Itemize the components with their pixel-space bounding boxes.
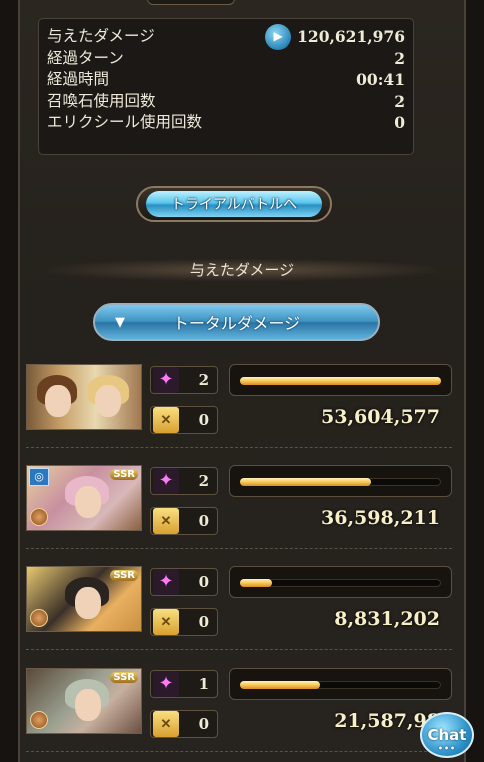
- character-portrait[interactable]: SSR: [26, 566, 142, 632]
- ougi-count-value: 1: [198, 675, 209, 693]
- stat-value: 2: [394, 48, 405, 68]
- play-icon[interactable]: ▶: [265, 23, 292, 50]
- damage-bar-track: [240, 579, 441, 587]
- member-damage: 8,831,202: [334, 608, 440, 630]
- stat-value: 00:41: [356, 70, 405, 90]
- stat-damage-value: 120,621,976: [297, 27, 405, 47]
- section-title: 与えたダメージ: [48, 259, 436, 281]
- stat-label: エリクシール使用回数: [47, 113, 203, 132]
- stat-value: ▶ 120,621,976: [265, 23, 405, 50]
- chain-count: ✕ 0: [150, 507, 218, 535]
- row-divider: [26, 751, 452, 752]
- damage-bar-track: [240, 478, 441, 486]
- chain-count-value: 0: [198, 613, 209, 631]
- damage-bar-track: [240, 681, 441, 689]
- triangle-down-icon: ▼: [115, 314, 125, 330]
- pink-sparkle-icon: ✦: [153, 569, 179, 595]
- pink-sparkle-icon: ✦: [153, 671, 179, 697]
- chain-count: ✕ 0: [150, 608, 218, 636]
- ougi-count-value: 2: [198, 472, 209, 490]
- chat-button[interactable]: Chat •••: [420, 712, 474, 758]
- chain-burst-icon: ✕: [153, 508, 179, 534]
- chain-count-value: 0: [198, 715, 209, 733]
- member-damage: 53,604,577: [321, 406, 440, 428]
- stat-row-time: 経過時間 00:41: [47, 69, 405, 91]
- chain-count: ✕ 0: [150, 406, 218, 434]
- character-portrait[interactable]: SSR: [26, 668, 142, 734]
- rarity-badge: SSR: [110, 570, 138, 581]
- damage-bar: [229, 364, 452, 396]
- stat-label: 召喚石使用回数: [47, 91, 156, 110]
- chain-burst-icon: ✕: [153, 609, 179, 635]
- damage-bar-fill: [240, 579, 273, 587]
- element-shield-icon: [30, 508, 48, 526]
- top-tab[interactable]: [147, 0, 235, 5]
- chain-count-value: 0: [198, 512, 209, 530]
- chain-count: ✕ 0: [150, 710, 218, 738]
- element-shield-icon: [30, 711, 48, 729]
- element-shield-icon: [30, 609, 48, 627]
- ougi-count: ✦ 0: [150, 568, 218, 596]
- damage-bar: [229, 668, 452, 700]
- rarity-badge: SSR: [110, 469, 138, 480]
- dropdown-selected: トータルダメージ: [172, 314, 301, 333]
- damage-bar: [229, 566, 452, 598]
- stat-label: 与えたダメージ: [47, 27, 155, 46]
- member-damage: 36,598,211: [321, 507, 440, 529]
- chat-dots-icon: •••: [437, 744, 457, 753]
- pink-sparkle-icon: ✦: [153, 468, 179, 494]
- chain-count-value: 0: [198, 411, 209, 429]
- row-divider: [26, 548, 452, 549]
- stat-label: 経過ターン: [47, 48, 124, 67]
- battle-stats-box: 与えたダメージ ▶ 120,621,976 経過ターン 2 経過時間 00:41…: [38, 18, 414, 155]
- damage-bar-fill: [240, 377, 441, 385]
- stat-row-elixirs: エリクシール使用回数 0: [47, 112, 405, 134]
- ougi-count: ✦ 2: [150, 366, 218, 394]
- damage-bar-fill: [240, 478, 371, 486]
- member-row: SSR ◎ ✦ 2 ✕ 0 36,598,211: [26, 465, 452, 549]
- stat-row-damage: 与えたダメージ ▶ 120,621,976: [47, 23, 405, 50]
- stat-value: 0: [394, 113, 405, 133]
- damage-type-dropdown[interactable]: ▼ トータルダメージ: [93, 303, 380, 341]
- pink-sparkle-icon: ✦: [153, 367, 179, 393]
- stat-row-summons: 召喚石使用回数 2: [47, 91, 405, 113]
- rarity-badge: SSR: [110, 672, 138, 683]
- row-divider: [26, 649, 452, 650]
- member-row: SSR ✦ 0 ✕ 0 8,831,202: [26, 566, 452, 650]
- damage-bar: [229, 465, 452, 497]
- stat-label: 経過時間: [47, 70, 110, 89]
- ougi-count-value: 2: [198, 371, 209, 389]
- damage-bar-track: [240, 377, 441, 385]
- character-portrait[interactable]: SSR ◎: [26, 465, 142, 531]
- chain-burst-icon: ✕: [153, 407, 179, 433]
- ougi-count-value: 0: [198, 573, 209, 591]
- chat-label: Chat: [427, 726, 467, 744]
- member-row: SSR ✦ 1 ✕ 0 21,587,98: [26, 668, 452, 752]
- ougi-count: ✦ 2: [150, 467, 218, 495]
- chain-burst-icon: ✕: [153, 711, 179, 737]
- stat-row-turns: 経過ターン 2: [47, 48, 405, 70]
- trial-battle-label: トライアルバトルへ: [146, 191, 322, 217]
- ring-icon: ◎: [29, 468, 49, 486]
- stat-value: 2: [394, 91, 405, 111]
- trial-battle-button[interactable]: トライアルバトルへ: [136, 182, 332, 226]
- member-row: ✦ 2 ✕ 0 53,604,577: [26, 364, 452, 448]
- damage-bar-fill: [240, 681, 321, 689]
- row-divider: [26, 447, 452, 448]
- character-portrait[interactable]: [26, 364, 142, 430]
- ougi-count: ✦ 1: [150, 670, 218, 698]
